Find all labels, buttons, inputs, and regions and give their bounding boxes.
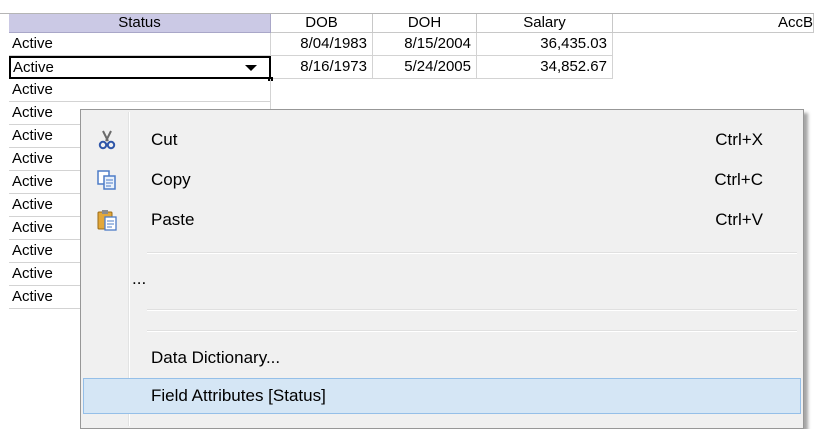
status-dropdown-value: Active — [13, 59, 54, 76]
context-menu: Cut Ctrl+X Copy Ctrl+C Paste Ctrl+V ... … — [80, 109, 804, 429]
column-header-accb[interactable]: AccB — [613, 14, 814, 33]
table-row[interactable]: Active — [0, 79, 814, 102]
dob-cell[interactable]: 8/04/1983 — [271, 33, 373, 56]
menu-item-copy-shortcut: Ctrl+C — [714, 170, 763, 189]
menu-item-field-attributes-label: Field Attributes [Status] — [151, 386, 326, 405]
menu-item-cut-shortcut: Ctrl+X — [715, 130, 763, 149]
menu-item-data-dictionary[interactable]: Data Dictionary... — [83, 340, 801, 376]
menu-item-data-dictionary-label: Data Dictionary... — [151, 348, 281, 367]
dob-cell[interactable]: 8/16/1973 — [271, 56, 373, 79]
column-header-salary[interactable]: Salary — [477, 14, 613, 33]
menu-item-copy-label: Copy — [151, 170, 191, 189]
column-header-doh[interactable]: DOH — [373, 14, 477, 33]
chevron-down-icon[interactable] — [245, 65, 257, 71]
menu-separator — [147, 252, 797, 254]
menu-item-paste-label: Paste — [151, 210, 195, 229]
menu-item-field-attributes[interactable]: Field Attributes [Status] — [83, 378, 801, 414]
menu-separator — [147, 309, 797, 311]
column-header-status[interactable]: Status — [9, 14, 271, 33]
menu-item-copy[interactable]: Copy Ctrl+C — [83, 162, 801, 198]
status-cell[interactable]: Active — [9, 33, 271, 56]
salary-cell[interactable]: 34,852.67 — [477, 56, 613, 79]
menu-separator — [147, 330, 797, 332]
paste-icon — [97, 210, 117, 231]
salary-cell[interactable]: 36,435.03 — [477, 33, 613, 56]
column-header-dob[interactable]: DOB — [271, 14, 373, 33]
column-header-accb-label: AccB — [777, 14, 813, 31]
table-row[interactable]: Active 8/04/1983 8/15/2004 36,435.03 — [0, 33, 814, 56]
copy-icon — [97, 170, 116, 190]
status-cell[interactable]: Active — [9, 79, 271, 102]
menu-item-more[interactable]: ... — [83, 265, 801, 301]
menu-item-cut-label: Cut — [151, 130, 178, 149]
doh-cell[interactable]: 8/15/2004 — [373, 33, 477, 56]
menu-item-more-label: ... — [132, 269, 147, 288]
scissors-icon — [98, 130, 116, 150]
doh-cell[interactable]: 5/24/2005 — [373, 56, 477, 79]
menu-item-cut[interactable]: Cut Ctrl+X — [83, 122, 801, 158]
menu-item-paste[interactable]: Paste Ctrl+V — [83, 202, 801, 238]
status-dropdown-editor[interactable]: Active — [9, 56, 271, 79]
menu-item-paste-shortcut: Ctrl+V — [715, 210, 763, 229]
